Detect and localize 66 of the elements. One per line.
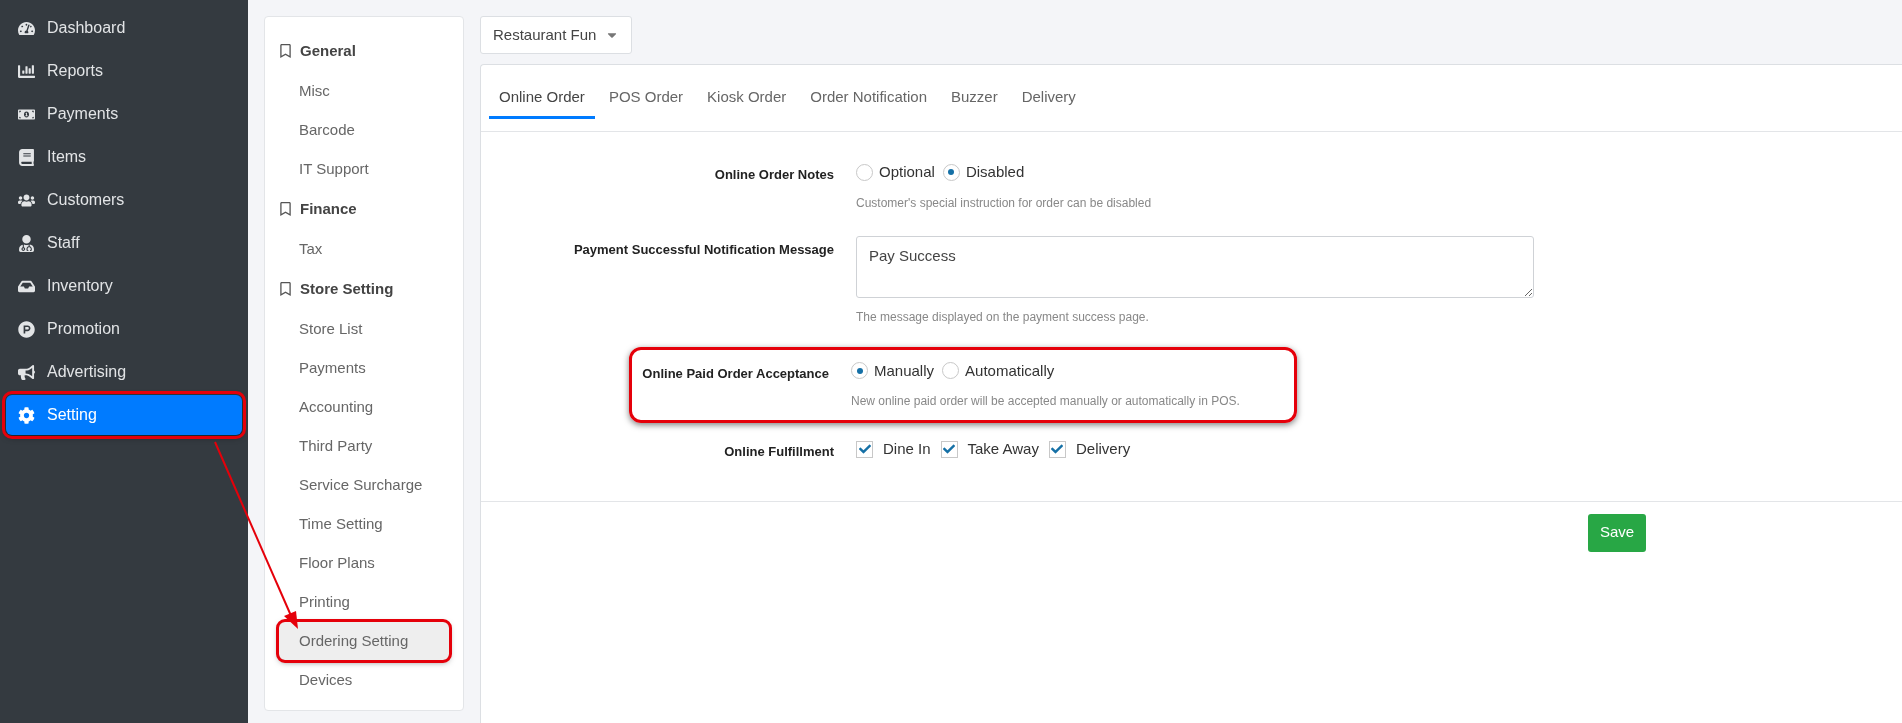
checkbox[interactable] xyxy=(940,440,958,458)
hint-text: Customer's special instruction for order can be disabled xyxy=(856,194,1153,212)
store-select[interactable]: Restaurant Fun xyxy=(480,16,632,54)
menu-item[interactable]: Payments xyxy=(279,349,449,387)
tab[interactable]: Kiosk Order xyxy=(697,79,797,119)
field-label: Online Fulfillment xyxy=(723,443,834,461)
sidebar-item[interactable]: Items xyxy=(6,137,242,177)
bookmark-icon xyxy=(279,282,292,296)
bookmark-icon xyxy=(279,44,292,58)
menu-item[interactable]: Misc xyxy=(279,72,449,110)
menu-item[interactable]: Barcode xyxy=(279,111,449,149)
menu-item[interactable]: Ordering Setting xyxy=(279,622,449,660)
menu-item[interactable]: Third Party xyxy=(279,427,449,465)
checkbox[interactable] xyxy=(856,440,873,458)
hint-text: New online paid order will be accepted manually or automatically in POS. xyxy=(851,393,1241,410)
checkbox-label: Take Away xyxy=(967,439,1039,459)
menu-item[interactable]: Service Surcharge xyxy=(279,466,449,504)
menu-section-title: Finance xyxy=(300,198,357,219)
bar-chart-icon xyxy=(18,62,35,80)
person-icon xyxy=(18,234,35,252)
sidebar-item[interactable]: Payments xyxy=(6,94,242,134)
menu-item[interactable]: Floor Plans xyxy=(279,544,449,582)
tab[interactable]: Online Order xyxy=(489,79,595,119)
menu-item[interactable]: Printing xyxy=(279,583,449,621)
hint-text: The message displayed on the payment success page. xyxy=(856,308,1150,326)
sidebar-item[interactable]: Promotion xyxy=(6,309,242,349)
checkbox[interactable] xyxy=(1048,440,1066,458)
settings-icon xyxy=(18,406,35,424)
menu-item[interactable]: Store List xyxy=(279,310,449,348)
field-label: Online Paid Order Acceptance xyxy=(641,364,829,383)
gauge-icon xyxy=(18,19,35,37)
save-button[interactable]: Save xyxy=(1588,513,1646,552)
field-label: Payment Successful Notification Message xyxy=(572,240,834,259)
radio-label: Optional xyxy=(879,162,935,182)
menu-item[interactable]: Time Setting xyxy=(279,505,449,543)
menu-item[interactable]: Tax xyxy=(279,230,449,268)
sidebar-item[interactable]: Staff xyxy=(6,223,242,263)
radio-button[interactable] xyxy=(942,362,960,380)
radio-button[interactable] xyxy=(851,362,868,380)
checkbox-label: Delivery xyxy=(1075,439,1131,459)
field-label: Online Order Notes xyxy=(713,166,834,184)
radio-label: Manually xyxy=(874,360,935,381)
radio-button[interactable] xyxy=(942,163,960,181)
sidebar-item[interactable]: Inventory xyxy=(6,266,242,306)
tab[interactable]: Buzzer xyxy=(941,79,1008,119)
circle-p-icon xyxy=(18,320,35,338)
sidebar-item[interactable]: Customers xyxy=(6,180,242,220)
sidebar-item[interactable]: Reports xyxy=(6,51,242,91)
tab[interactable]: POS Order xyxy=(598,79,694,119)
megaphone-icon xyxy=(18,363,35,381)
checkbox-label: Dine In xyxy=(883,439,931,459)
tab[interactable]: Order Notification xyxy=(800,79,937,119)
radio-label: Disabled xyxy=(965,162,1025,182)
sidebar-item[interactable]: Dashboard xyxy=(6,8,242,48)
menu-section-title: Store Setting xyxy=(300,278,394,299)
radio-button[interactable] xyxy=(856,163,873,181)
menu-item[interactable]: Accounting xyxy=(279,388,449,426)
menu-item[interactable]: IT Support xyxy=(279,150,449,188)
tab[interactable]: Delivery xyxy=(1011,79,1086,119)
radio-label: Automatically xyxy=(965,360,1055,381)
bookmark-icon xyxy=(279,202,292,216)
menu-item[interactable]: Devices xyxy=(279,661,449,699)
message-field[interactable]: Pay Success xyxy=(856,235,1534,298)
sidebar-item[interactable]: Advertising xyxy=(6,352,242,392)
menu-section-title: General xyxy=(300,40,356,61)
book-icon xyxy=(18,148,35,166)
